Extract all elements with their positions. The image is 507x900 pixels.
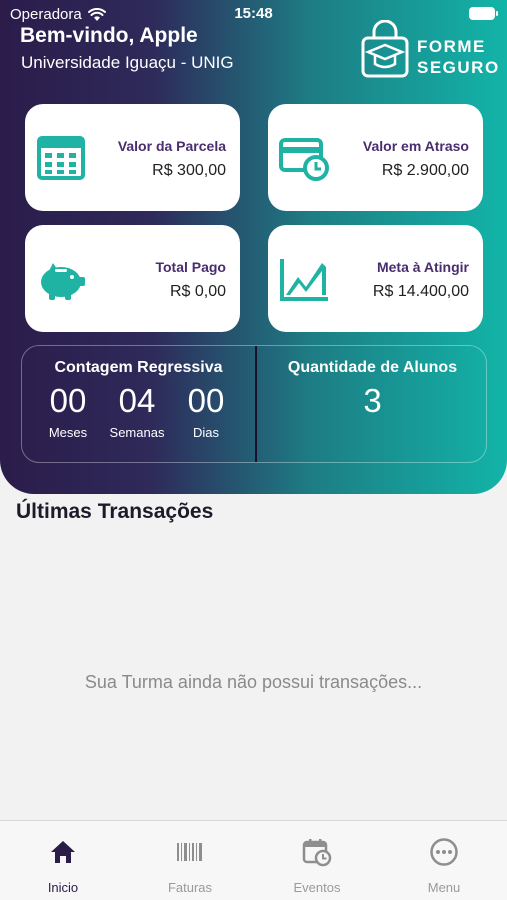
battery-icon — [469, 7, 498, 20]
calendar-clock-icon — [302, 839, 332, 867]
tab-bar: Inicio Faturas Eventos Menu — [0, 820, 507, 900]
countdown-value: 00 — [187, 382, 225, 419]
countdown-days: 00 Dias — [176, 382, 236, 440]
more-icon — [430, 838, 458, 866]
barcode-icon — [177, 843, 202, 861]
countdown-label: Semanas — [109, 425, 165, 440]
card-label: Meta à Atingir — [376, 259, 469, 275]
students-count: 3 — [363, 382, 382, 419]
tab-label: Faturas — [167, 880, 213, 895]
card-label: Total Pago — [155, 259, 226, 275]
countdown-label: Dias — [192, 425, 219, 440]
card-label: Valor da Parcela — [117, 138, 226, 154]
card-value: R$ 2.900,00 — [381, 162, 469, 179]
home-icon — [51, 841, 75, 863]
card-label: Valor em Atraso — [362, 138, 469, 154]
tab-menu[interactable]: Menu — [381, 821, 507, 900]
logo-text: FORME SEGURO — [417, 36, 500, 78]
logo-line-2: SEGURO — [417, 58, 500, 77]
tab-faturas[interactable]: Faturas — [127, 821, 253, 900]
card-clock-icon — [279, 138, 329, 181]
lock-grad-cap-icon — [361, 20, 409, 78]
tab-label: Eventos — [293, 880, 341, 895]
countdown-label: Meses — [48, 425, 88, 440]
greeting-text: Bem-vindo, Apple — [20, 24, 198, 47]
tab-label: Inicio — [47, 880, 79, 895]
countdown-weeks: 04 Semanas — [107, 382, 167, 440]
countdown-title: Contagem Regressiva — [54, 359, 223, 376]
installment-value-card[interactable]: Valor da Parcela R$ 300,00 — [25, 104, 240, 211]
tab-inicio[interactable]: Inicio — [0, 821, 126, 900]
card-value: R$ 300,00 — [152, 162, 226, 179]
piggy-bank-icon — [41, 263, 85, 300]
logo-line-1: FORME — [417, 37, 486, 56]
transactions-title: Últimas Transações — [16, 500, 214, 523]
transactions-empty-message: Sua Turma ainda não possui transações... — [84, 672, 423, 692]
goal-card[interactable]: Meta à Atingir R$ 14.400,00 — [268, 225, 483, 332]
students-title: Quantidade de Alunos — [287, 359, 458, 376]
card-value: R$ 0,00 — [169, 283, 226, 300]
card-value: R$ 14.400,00 — [372, 283, 469, 300]
university-name: Universidade Iguaçu - UNIG — [21, 53, 234, 72]
tab-eventos[interactable]: Eventos — [254, 821, 380, 900]
chart-icon — [280, 259, 328, 301]
tab-label: Menu — [427, 880, 461, 895]
countdown-value: 04 — [118, 382, 156, 419]
forme-seguro-logo: FORME SEGURO — [360, 20, 498, 80]
overdue-value-card[interactable]: Valor em Atraso R$ 2.900,00 — [268, 104, 483, 211]
total-paid-card[interactable]: Total Pago R$ 0,00 — [25, 225, 240, 332]
countdown-panel: Contagem Regressiva 00 Meses 04 Semanas … — [21, 345, 487, 463]
calculator-icon — [37, 136, 85, 180]
countdown-value: 00 — [49, 382, 87, 419]
countdown-months: 00 Meses — [38, 382, 98, 440]
